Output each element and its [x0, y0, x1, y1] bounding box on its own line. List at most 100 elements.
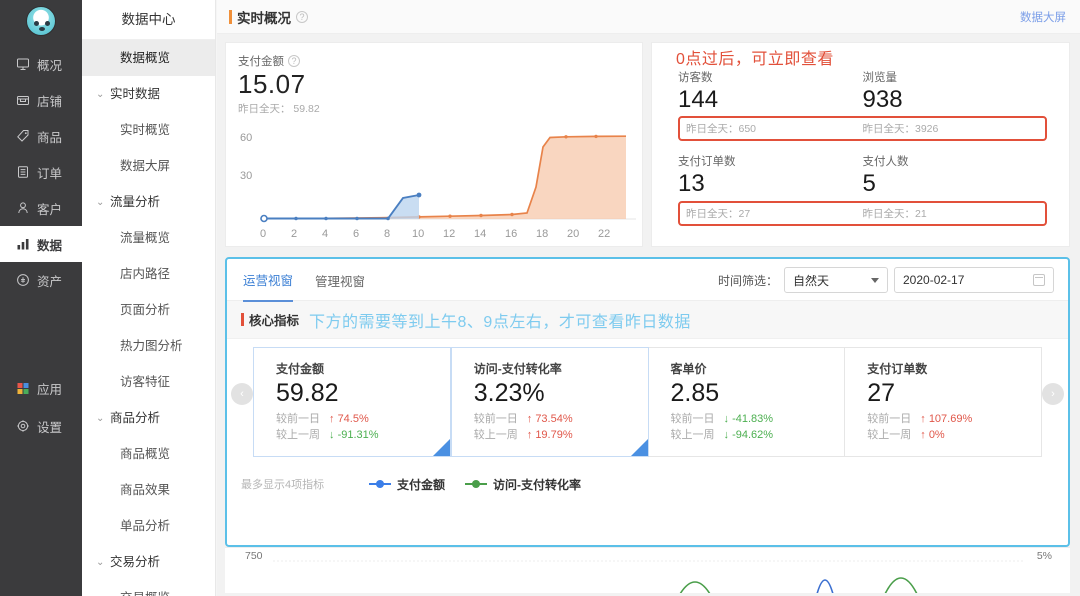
submenu-item-label: 交易分析	[110, 555, 161, 569]
submenu-item-product-overview[interactable]: 商品概览	[82, 436, 215, 472]
stat-prev: 昨日全天：3926	[862, 123, 939, 136]
metric-compare-prev-day: 较前一日 ↑ 74.5%	[276, 412, 450, 428]
submenu-group-transaction-analysis[interactable]: ⌄ 交易分析	[82, 544, 215, 580]
stat-pageviews: 浏览量 938	[863, 69, 1048, 114]
annotation-box-row1: 昨日全天：650 昨日全天：3926	[678, 116, 1047, 142]
compare-label: 较前一日	[670, 413, 715, 426]
rail-item-apps[interactable]: 应用	[0, 370, 82, 406]
rail-item-label: 数据	[37, 238, 63, 253]
submenu-item-transaction-overview[interactable]: 交易概览	[82, 580, 215, 596]
metric-value: 59.82	[276, 379, 339, 407]
kpi-subtext: 昨日全天： 59.82	[238, 102, 320, 115]
submenu-item-instore-path[interactable]: 店内路径	[82, 256, 215, 292]
compare-label: 较前一日	[867, 413, 912, 426]
stat-prev: 昨日全天：27	[686, 207, 751, 220]
submenu-group-product-analysis[interactable]: ⌄ 商品分析	[82, 400, 215, 436]
compare-label: 较前一日	[276, 413, 320, 426]
submenu-item-data-overview[interactable]: 数据概览	[82, 40, 215, 76]
submenu-item-label: 访客特征	[120, 375, 171, 389]
compare-delta-up: ↑ 73.54%	[526, 413, 573, 426]
rail-item-order[interactable]: 订单	[0, 154, 82, 190]
compare-delta-up: ↑ 0%	[920, 429, 945, 442]
submenu-item-heatmap-analysis[interactable]: 热力图分析	[82, 328, 215, 364]
svg-text:22: 22	[598, 228, 610, 240]
stat-name: 浏览量	[862, 72, 898, 84]
carousel-next-button[interactable]: ›	[1042, 383, 1064, 405]
question-mark-icon[interactable]: ?	[288, 55, 300, 67]
submenu-item-label: 商品分析	[110, 411, 161, 425]
question-mark-icon[interactable]: ?	[296, 10, 308, 23]
kpi-label: 支付金额	[238, 56, 284, 68]
rail-item-label: 设置	[37, 420, 63, 435]
submenu-item-product-effect[interactable]: 商品效果	[82, 472, 215, 508]
tab-operation-view[interactable]: 运营视窗	[243, 259, 294, 302]
legend-item-conversion-rate[interactable]: 访问-支付转化率	[465, 476, 581, 493]
submenu-group-realtime-data[interactable]: ⌄ 实时数据	[82, 76, 215, 112]
chevron-down-icon	[871, 277, 879, 283]
submenu-item-label: 页面分析	[120, 303, 171, 317]
submenu-item-label: 实时数据	[110, 87, 161, 101]
bigscreen-link[interactable]: 数据大屏	[1020, 9, 1066, 25]
selected-check-icon	[630, 439, 648, 456]
legend-marker-blue	[369, 480, 391, 488]
submenu-item-label: 交易概览	[120, 591, 170, 596]
compare-label: 较上一周	[670, 429, 715, 442]
legend-label: 支付金额	[397, 477, 446, 492]
metric-card-conversion-rate[interactable]: 访问-支付转化率 3.23% 较前一日 ↑ 73.54% 较上一周 ↑ 19.7…	[450, 347, 649, 457]
submenu-item-page-analysis[interactable]: 页面分析	[82, 292, 215, 328]
annotation-top: 0点过后，可立即查看	[676, 51, 834, 68]
rail-item-asset[interactable]: 资产	[0, 262, 82, 298]
stat-value: 5	[862, 170, 876, 198]
rail-item-settings[interactable]: 设置	[0, 408, 82, 444]
title-accent-bar	[229, 9, 232, 24]
submenu-item-traffic-overview[interactable]: 流量概览	[82, 220, 215, 256]
metric-card-paid-orders[interactable]: 支付订单数 27 较前一日 ↑ 107.69% 较上一周 ↑ 0%	[845, 347, 1042, 457]
submenu-item-bigscreen[interactable]: 数据大屏	[82, 148, 215, 184]
annotation-mid: 下方的需要等到上午8、9点左右，才可查看昨日数据	[309, 313, 691, 331]
realtime-body: 支付金额 ? 15.07 昨日全天： 59.82 60 30 0 2 4 6 8…	[217, 34, 1080, 255]
submenu-group-traffic-analysis[interactable]: ⌄ 流量分析	[82, 184, 215, 220]
stat-visitors: 访客数 144	[678, 69, 863, 114]
submenu-item-single-product-analysis[interactable]: 单品分析	[82, 508, 215, 544]
delta-value: 74.5%	[337, 413, 369, 426]
kpi-label-wrap: 支付金额 ?	[238, 53, 630, 69]
metric-card-avg-order-value[interactable]: 客单价 2.85 较前一日 ↓ -41.83% 较上一周 ↓ -94.62%	[648, 347, 846, 457]
legend-marker-green	[465, 480, 488, 488]
submenu-item-realtime-overview[interactable]: 实时概览	[82, 112, 215, 148]
metric-name: 支付订单数	[867, 362, 928, 376]
rail-item-product[interactable]: 商品	[0, 118, 82, 154]
metric-card-paid-amount[interactable]: 支付金额 59.82 较前一日 ↑ 74.5% 较上一周 ↓ -91.31%	[253, 347, 451, 457]
rail-item-overview[interactable]: 概况	[0, 46, 82, 82]
date-input[interactable]: 2020-02-17	[894, 267, 1054, 293]
rail-item-label: 概况	[37, 58, 63, 73]
left-icon-rail: 概况 店铺 商品 订单 客户 数据 资产 应用 设置	[0, 0, 82, 596]
time-granularity-select[interactable]: 自然天	[784, 267, 888, 293]
carousel-prev-button[interactable]: ‹	[231, 383, 253, 405]
realtime-header: 实时概况 ? 数据大屏	[217, 0, 1080, 34]
rail-item-label: 资产	[37, 274, 63, 289]
delta-value: 19.79%	[535, 429, 573, 442]
date-value: 2020-02-17	[903, 273, 965, 287]
rail-item-customer[interactable]: 客户	[0, 190, 82, 226]
svg-text:20: 20	[567, 228, 579, 240]
svg-text:0: 0	[260, 228, 266, 240]
metric-value: 2.85	[670, 379, 720, 407]
compare-delta-up: ↑ 19.79%	[526, 429, 573, 442]
bear-avatar-logo[interactable]	[26, 6, 56, 36]
core-label-text: 核心指标	[249, 314, 300, 328]
delta-value: 73.54%	[535, 413, 573, 426]
analytics-panel: 运营视窗 管理视窗 时间筛选： 自然天 2020-02-17 核心指标 下方的需…	[225, 257, 1070, 547]
realtime-chart-card: 支付金额 ? 15.07 昨日全天： 59.82 60 30 0 2 4 6 8…	[225, 42, 643, 247]
submenu-item-visitor-profile[interactable]: 访客特征	[82, 364, 215, 400]
metric-compare-prev-week: 较上一周 ↑ 0%	[867, 428, 1041, 444]
calendar-icon	[1033, 274, 1045, 286]
legend-item-paid-amount[interactable]: 支付金额	[369, 476, 445, 493]
metric-name: 支付金额	[276, 362, 325, 376]
compare-delta-down: ↓ -91.31%	[329, 429, 379, 442]
gear-icon	[16, 419, 30, 433]
rail-item-data[interactable]: 数据	[0, 226, 82, 262]
tab-management-view[interactable]: 管理视窗	[315, 259, 365, 301]
metric-value: 27	[867, 379, 896, 407]
rail-item-shop[interactable]: 店铺	[0, 82, 82, 118]
time-filter-label: 时间筛选：	[717, 273, 778, 288]
